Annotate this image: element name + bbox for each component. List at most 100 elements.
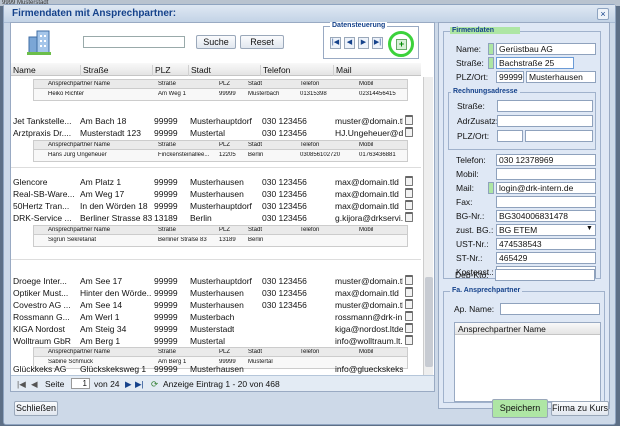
name-field[interactable]: Gerüstbau AG (496, 43, 596, 55)
trash-icon[interactable] (405, 176, 413, 186)
table-row[interactable]: Covestro AG ... Am See 14 99999 Musterhause… (11, 299, 421, 311)
first-page-icon[interactable]: |◀ (17, 379, 26, 390)
pager: |◀ ◀ Seite 1 von 24 ▶ ▶| ⟳ Anzeige Eintr… (11, 375, 434, 391)
trash-icon[interactable] (405, 335, 413, 345)
table-cell: Am Werl 1 (80, 312, 120, 322)
phone-field[interactable]: 030 12378969 (496, 154, 596, 166)
column-header[interactable]: Stadt (188, 65, 211, 76)
trash-icon[interactable] (405, 115, 413, 125)
table-row[interactable]: Glückkeks AG Glückskeksweg 1 99999 Musterha… (11, 363, 421, 375)
table-row[interactable]: KIGA Nordost Am Steig 34 99999 Musterstadt k… (11, 323, 421, 335)
subgrid-cell: 12205 (219, 152, 236, 158)
column-header[interactable]: PLZ (152, 65, 171, 76)
page-input[interactable]: 1 (71, 378, 90, 389)
mobile-field[interactable] (496, 168, 596, 180)
dialog-title: Firmendaten mit Ansprechpartner: (4, 5, 615, 23)
table-cell: Musterhauptdorf (190, 276, 252, 286)
billing-plz-field[interactable] (497, 130, 523, 142)
table-cell: 030 123456 (262, 201, 307, 211)
buildings-icon (27, 30, 51, 55)
search-input[interactable] (83, 36, 185, 48)
table-row[interactable]: Jet Tankstelle... Am Bach 18 99999 Musterha… (11, 115, 421, 127)
tax-field[interactable]: 465429 (496, 252, 596, 264)
table-cell: Droege Inter... (13, 276, 67, 286)
grid-scrollbar[interactable] (423, 77, 433, 375)
company-to-course-button[interactable]: Firma zu Kurs (551, 401, 609, 416)
prev-record-icon[interactable]: ◀ (344, 37, 355, 49)
pager-info: Anzeige Eintrag 1 - 20 von 468 (163, 379, 280, 389)
trash-icon[interactable] (405, 212, 413, 222)
close-icon[interactable]: × (597, 8, 609, 20)
chevron-down-icon[interactable]: ▼ (586, 225, 593, 232)
plz-field[interactable]: 99999 (496, 71, 524, 83)
fax-field[interactable] (496, 196, 596, 208)
table-cell: g.kijora@drkservi... (335, 213, 403, 223)
scrollbar-thumb[interactable] (425, 277, 433, 367)
billing-addition-field[interactable] (497, 115, 593, 127)
pager-seite-label: Seite (45, 379, 65, 389)
billing-city-field[interactable] (525, 130, 593, 142)
datensteuerung-legend: Datensteuerung (330, 22, 388, 29)
trash-icon[interactable] (405, 299, 413, 309)
street-field[interactable]: Bachstraße 25 (496, 57, 574, 69)
table-row[interactable]: Rossmann G... Am Werl 1 99999 Musterbach ros… (11, 311, 421, 323)
column-header[interactable]: Name (11, 65, 36, 76)
last-record-icon[interactable]: ▶| (372, 37, 383, 49)
next-page-icon[interactable]: ▶ (125, 379, 132, 390)
trash-icon[interactable] (405, 311, 413, 321)
column-header[interactable]: Straße (80, 65, 109, 76)
close-button[interactable]: Schließen (14, 401, 58, 416)
table-cell: 99999 (154, 177, 178, 187)
table-cell: 99999 (154, 300, 178, 310)
first-record-icon[interactable]: |◀ (330, 37, 341, 49)
add-record-highlight: + (388, 31, 414, 57)
table-cell: 030 123456 (262, 300, 307, 310)
table-row[interactable]: Glencore Am Platz 1 99999 Musterhausen 030 1… (11, 176, 421, 188)
prev-page-icon[interactable]: ◀ (31, 379, 38, 390)
table-cell: max@domain.tld (335, 201, 399, 211)
city-field[interactable]: Musterhausen (526, 71, 596, 83)
table-row[interactable]: DRK-Service ... Berliner Strasse 83 13189 B… (11, 212, 421, 224)
refresh-icon[interactable]: ⟳ (151, 379, 158, 390)
trash-icon[interactable] (405, 188, 413, 198)
bg-number-field[interactable]: BG304006831478 (496, 210, 596, 222)
billing-street-field[interactable] (497, 100, 593, 112)
trash-icon[interactable] (405, 127, 413, 137)
table-cell: Real-SB-Ware... (13, 189, 75, 199)
table-row[interactable]: 50Hertz Tran... In den Wörden 18 99999 Must… (11, 200, 421, 212)
contact-subgrid: Ansprechpartner Name Straße PLZ Stadt Te… (33, 225, 408, 247)
next-record-icon[interactable]: ▶ (358, 37, 369, 49)
search-button[interactable]: Suche (196, 35, 236, 49)
table-cell: Am See 17 (80, 276, 123, 286)
trash-icon[interactable] (405, 200, 413, 210)
table-row[interactable]: Optiker Must... Hinter den Wörde... 99999 M… (11, 287, 421, 299)
add-record-button[interactable]: + (396, 39, 407, 50)
grid-header: Name Straße PLZ Stadt Telefon Mail (11, 63, 421, 76)
table-row[interactable]: Wolltraum GbR Am Berg 1 99999 Mustertal info… (11, 335, 421, 347)
table-cell: Musterhausen (190, 364, 244, 374)
table-row[interactable]: Arztpraxis Dr.... Musterstadt 123 99999 Mus… (11, 127, 421, 139)
column-header[interactable]: Mail (333, 65, 352, 76)
email-field[interactable]: login@drk-intern.de (496, 182, 596, 194)
table-cell: Am Berg 1 (80, 336, 121, 346)
table-cell: Glückskeksweg 1 (80, 364, 147, 374)
table-cell: DRK-Service ... (13, 213, 72, 223)
bg-select[interactable]: BG ETEM (496, 224, 596, 236)
company-list-panel: Suche Reset Datensteuerung |◀ ◀ ▶ ▶| + N… (10, 22, 435, 392)
reset-button[interactable]: Reset (240, 35, 284, 49)
table-cell: Am Platz 1 (80, 177, 122, 187)
table-row[interactable]: Droege Inter... Am See 17 99999 Musterhaupt… (11, 275, 421, 287)
vat-field[interactable]: 474538543 (496, 238, 596, 250)
trash-icon[interactable] (405, 323, 413, 333)
subgrid-cell: Sigrun Sekretariat (48, 237, 97, 243)
last-page-icon[interactable]: ▶| (135, 379, 144, 390)
trash-icon[interactable] (405, 287, 413, 297)
trash-icon[interactable] (405, 275, 413, 285)
table-cell: 030 123456 (262, 128, 307, 138)
column-header[interactable]: Telefon (260, 65, 290, 76)
save-button[interactable]: Speichern (492, 399, 548, 418)
table-cell: Glückkeks AG (13, 364, 67, 374)
table-row[interactable]: Real-SB-Ware... Am Weg 17 99999 Musterhause… (11, 188, 421, 200)
contact-name-field[interactable] (500, 303, 600, 315)
debtor-account-field[interactable] (495, 269, 595, 281)
